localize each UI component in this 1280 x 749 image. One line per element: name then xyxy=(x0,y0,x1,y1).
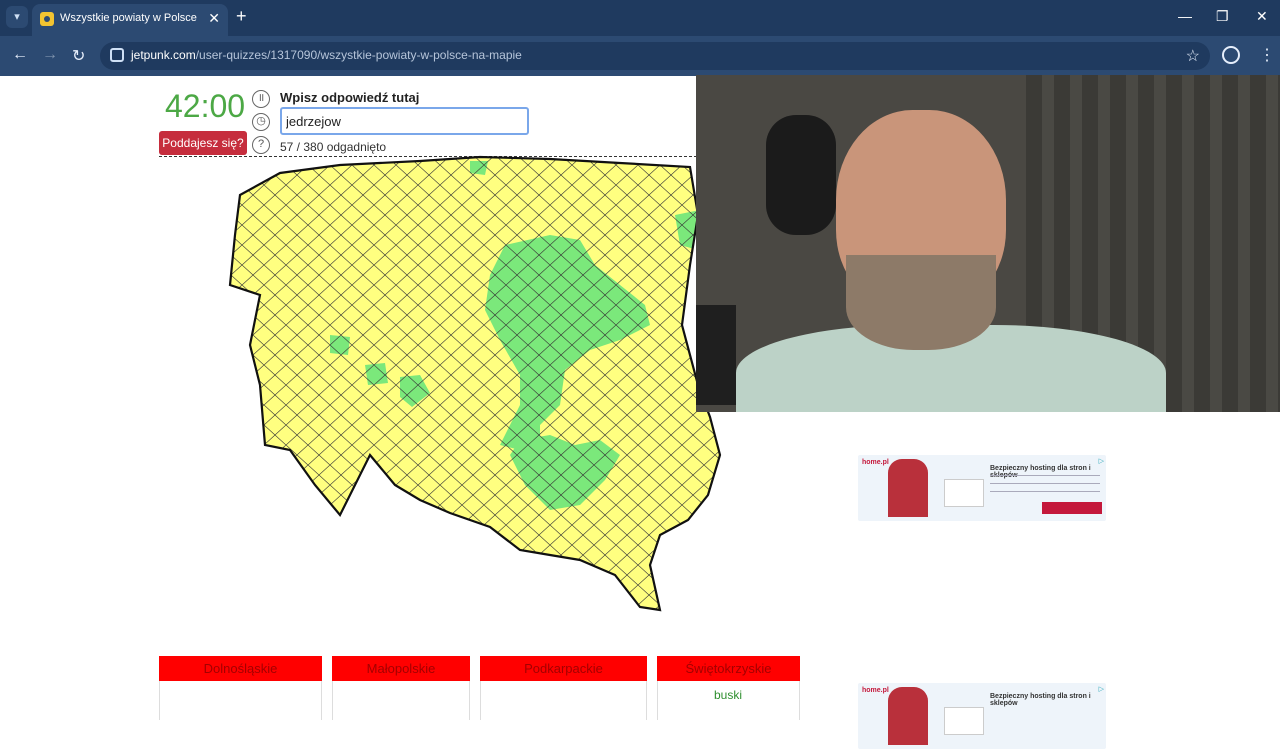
pause-icon[interactable]: ॥ xyxy=(252,90,270,108)
window-close-icon[interactable]: ✕ xyxy=(1256,8,1268,25)
region-header-swietokrzyskie: Świętokrzyskie xyxy=(657,656,800,681)
ad-laptop-image xyxy=(944,479,984,507)
url-host: jetpunk.com xyxy=(131,48,196,62)
menu-kebab-icon[interactable]: ⋮ xyxy=(1259,45,1275,65)
region-header-dolnoslaskie: Dolnośląskie xyxy=(159,656,322,681)
profile-icon[interactable] xyxy=(1222,46,1240,64)
active-tab[interactable]: Wszystkie powiaty w Polsce na ✕ xyxy=(32,4,228,36)
clock-icon[interactable]: ◷ xyxy=(252,113,270,131)
streamer-beard xyxy=(846,255,996,350)
favicon-icon xyxy=(40,12,54,26)
ad-bullets xyxy=(990,475,1100,499)
region-column xyxy=(159,681,322,720)
address-bar-row: ← → ↻ jetpunk.com/user-quizzes/1317090/w… xyxy=(0,36,1280,76)
poland-county-map[interactable] xyxy=(220,155,740,615)
site-info-icon[interactable] xyxy=(110,48,124,62)
reload-icon[interactable]: ↻ xyxy=(72,46,85,66)
microphone xyxy=(696,305,736,405)
back-icon[interactable]: ← xyxy=(12,46,28,64)
answer-input[interactable] xyxy=(280,107,529,135)
ad-banner[interactable]: home.pl Bezpieczny hosting dla stron i s… xyxy=(858,455,1106,521)
help-icon[interactable]: ? xyxy=(252,136,270,154)
give-up-button[interactable]: Poddajesz się? xyxy=(159,131,247,155)
webcam-overlay xyxy=(696,75,1280,412)
region-header-malopolskie: Małopolskie xyxy=(332,656,470,681)
url-field[interactable]: jetpunk.com/user-quizzes/1317090/wszystk… xyxy=(100,42,1210,70)
new-tab-button[interactable]: + xyxy=(236,6,247,27)
ad-headline: Bezpieczny hosting dla stron i sklepów xyxy=(990,693,1091,707)
forward-icon[interactable]: → xyxy=(42,46,58,64)
bookmark-star-icon[interactable]: ☆ xyxy=(1186,46,1200,66)
ad-brand: home.pl xyxy=(862,459,889,466)
ad-laptop-image xyxy=(944,707,984,735)
ad-choices-icon[interactable]: ▷ xyxy=(1099,685,1104,693)
minimize-icon[interactable]: — xyxy=(1178,8,1192,24)
tab-title: Wszystkie powiaty w Polsce na xyxy=(60,12,200,24)
ad-choices-icon[interactable]: ▷ xyxy=(1099,457,1104,465)
answer-prompt: Wpisz odpowiedź tutaj xyxy=(280,90,420,105)
region-header-podkarpackie: Podkarpackie xyxy=(480,656,647,681)
county-borders xyxy=(230,157,720,610)
region-answer: buski xyxy=(714,688,743,702)
ad-brand: home.pl xyxy=(862,687,889,694)
ad-person-image xyxy=(888,459,928,517)
restore-icon[interactable]: ❐ xyxy=(1216,8,1229,25)
tab-strip: ▾ Wszystkie powiaty w Polsce na ✕ + — ❐ … xyxy=(0,0,1280,36)
progress-count: 57 / 380 odgadnięto xyxy=(280,140,387,154)
tab-close-icon[interactable]: ✕ xyxy=(208,10,220,27)
timer: 42:00 xyxy=(165,88,246,124)
url-path: /user-quizzes/1317090/wszystkie-powiaty-… xyxy=(195,48,522,62)
ad-cta-button[interactable] xyxy=(1042,502,1102,514)
region-column xyxy=(332,681,470,720)
ad-person-image xyxy=(888,687,928,745)
headphones xyxy=(766,115,836,235)
ad-banner[interactable]: home.pl Bezpieczny hosting dla stron i s… xyxy=(858,683,1106,749)
region-column xyxy=(480,681,647,720)
tab-search-button[interactable]: ▾ xyxy=(6,6,28,28)
